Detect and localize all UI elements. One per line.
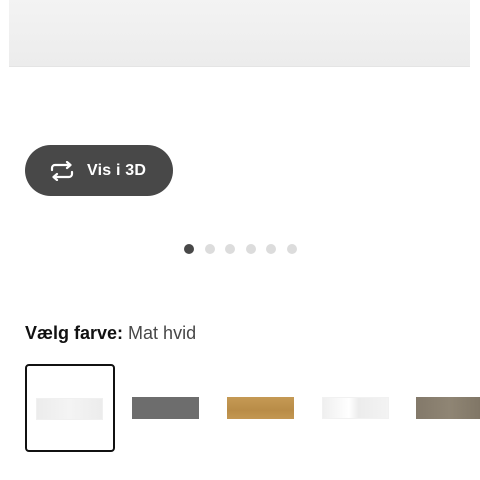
carousel-dot[interactable]: [204, 244, 215, 254]
swatch-chip: [36, 398, 103, 420]
color-swatch-white-gloss[interactable]: [312, 364, 402, 452]
view-in-3d-button[interactable]: Vis i 3D: [25, 145, 173, 196]
swatch-chip: [322, 397, 389, 419]
color-heading: Vælg farve: Mat hvid: [25, 323, 196, 344]
color-swatch-oak[interactable]: [217, 364, 307, 452]
carousel-dot[interactable]: [245, 244, 256, 254]
rotate-3d-icon: [48, 159, 76, 183]
carousel-dot[interactable]: [184, 244, 194, 254]
carousel-dot[interactable]: [225, 244, 235, 254]
view-in-3d-label: Vis i 3D: [87, 161, 147, 179]
product-page: Vis i 3D Vælg farve: Mat hvid: [0, 0, 480, 480]
swatch-chip: [416, 397, 480, 419]
color-swatch-taupe[interactable]: [406, 364, 480, 452]
carousel-dot[interactable]: [266, 244, 276, 254]
swatch-chip: [227, 397, 294, 419]
carousel-dot[interactable]: [286, 244, 297, 254]
carousel-dots: [184, 244, 297, 254]
color-swatch-grey[interactable]: [122, 364, 212, 452]
swatch-chip: [132, 397, 199, 419]
product-image[interactable]: [9, 0, 470, 67]
selected-color-name: Mat hvid: [128, 323, 197, 343]
color-heading-label: Vælg farve:: [25, 323, 124, 343]
color-swatch-mat-hvid[interactable]: [25, 364, 115, 452]
